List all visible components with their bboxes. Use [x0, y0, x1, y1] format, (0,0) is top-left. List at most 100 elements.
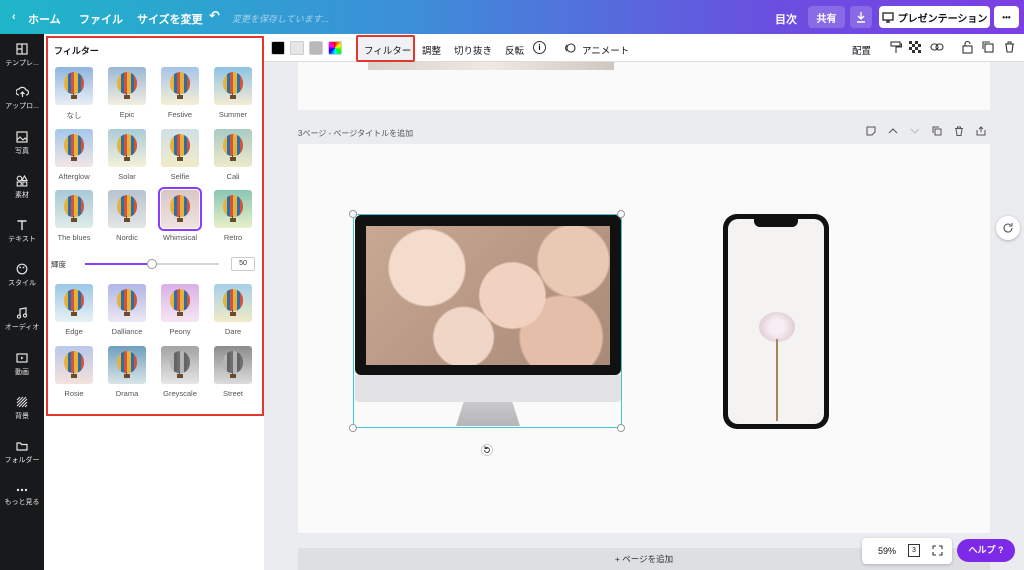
- delete-page-icon[interactable]: [954, 126, 964, 136]
- filter-option-selfie[interactable]: Selfie: [159, 129, 201, 181]
- color-swatch-light[interactable]: [290, 41, 304, 55]
- sidebar-item-more[interactable]: もっと見る: [0, 486, 44, 507]
- sidebar-item-background[interactable]: 背景: [0, 396, 44, 421]
- add-page-icon[interactable]: [976, 126, 986, 136]
- more-options-button[interactable]: •••: [994, 6, 1019, 28]
- filter-thumbnail: [158, 187, 202, 231]
- resize-handle[interactable]: [617, 210, 625, 218]
- resize-handle[interactable]: [617, 424, 625, 432]
- color-picker-icon[interactable]: [328, 41, 342, 55]
- adjust-button[interactable]: 調整: [422, 43, 441, 57]
- filter-label: Epic: [119, 110, 135, 119]
- share-button[interactable]: 共有: [808, 6, 845, 28]
- filter-option-whimsical[interactable]: Whimsical: [158, 187, 202, 242]
- sidebar-item-audio[interactable]: オーディオ: [0, 307, 44, 332]
- brightness-value[interactable]: 50: [231, 257, 255, 271]
- download-icon[interactable]: [850, 6, 872, 28]
- filter-option-retro[interactable]: Retro: [212, 190, 254, 242]
- toc-button[interactable]: 目次: [775, 11, 797, 27]
- back-chevron-icon[interactable]: ‹: [12, 11, 16, 23]
- filter-thumbnail: [108, 129, 146, 167]
- filter-option-summer[interactable]: Summer: [212, 67, 254, 119]
- filter-option-street[interactable]: Street: [212, 346, 254, 398]
- fullscreen-icon[interactable]: [932, 545, 943, 556]
- filter-option-festive[interactable]: Festive: [159, 67, 201, 119]
- filter-option-dare[interactable]: Dare: [212, 284, 254, 336]
- animate-button[interactable]: アニメート: [582, 43, 629, 57]
- home-menu[interactable]: ホーム: [28, 11, 61, 27]
- page-count[interactable]: 3: [908, 544, 920, 557]
- filter-label: Dare: [224, 327, 242, 336]
- rotate-icon[interactable]: [481, 444, 493, 456]
- filter-option-peony[interactable]: Peony: [159, 284, 201, 336]
- paint-roller-icon[interactable]: [890, 41, 902, 54]
- transparency-icon[interactable]: [909, 41, 921, 53]
- sidebar-item-label: オーディオ: [4, 324, 40, 331]
- sidebar-item-label: テキスト: [8, 236, 36, 243]
- flip-button[interactable]: 反転: [505, 43, 524, 57]
- balloon-basket: [71, 95, 77, 99]
- filter-option-drama[interactable]: Drama: [106, 346, 148, 398]
- sidebar-item-styles[interactable]: スタイル: [0, 263, 44, 288]
- color-swatch-grey[interactable]: [309, 41, 323, 55]
- balloon-image: [64, 289, 84, 311]
- sidebar-item-photos[interactable]: 写真: [0, 131, 44, 156]
- page-title[interactable]: 3ページ - ページタイトルを追加: [298, 128, 413, 139]
- undo-icon[interactable]: ↶: [209, 8, 220, 24]
- filter-option-edge[interactable]: Edge: [53, 284, 95, 336]
- sidebar-item-uploads[interactable]: アップロ...: [0, 86, 44, 111]
- refresh-button[interactable]: [996, 216, 1020, 240]
- filter-thumbnail: [161, 67, 199, 105]
- page-2-bottom[interactable]: [298, 62, 990, 110]
- sidebar-item-elements[interactable]: 素材: [0, 175, 44, 200]
- filter-option-the-blues[interactable]: The blues: [53, 190, 95, 242]
- trash-icon[interactable]: [1004, 41, 1015, 53]
- filter-thumbnail: [55, 67, 93, 105]
- more-icon: [16, 488, 28, 492]
- page-3[interactable]: [298, 144, 990, 533]
- lock-icon[interactable]: [962, 41, 973, 54]
- sidebar-item-templates[interactable]: テンプレ...: [0, 43, 44, 68]
- filter-option-greyscale[interactable]: Greyscale: [159, 346, 201, 398]
- balloon-basket: [177, 157, 183, 161]
- sidebar-item-video[interactable]: 動画: [0, 352, 44, 377]
- chevron-up-icon[interactable]: [888, 126, 898, 136]
- balloon-image: [223, 351, 243, 373]
- filter-option-なし[interactable]: なし: [53, 67, 95, 121]
- sidebar-item-text[interactable]: テキスト: [0, 219, 44, 244]
- duplicate-icon[interactable]: [982, 41, 994, 53]
- filter-option-dalliance[interactable]: Dalliance: [106, 284, 148, 336]
- resize-handle[interactable]: [349, 210, 357, 218]
- note-icon[interactable]: [866, 126, 876, 136]
- duplicate-page-icon[interactable]: [932, 126, 942, 136]
- selection-box: [353, 214, 622, 428]
- filter-option-nordic[interactable]: Nordic: [106, 190, 148, 242]
- color-swatch-black[interactable]: [271, 41, 285, 55]
- present-button[interactable]: プレゼンテーション: [879, 6, 990, 28]
- help-button[interactable]: ヘルプ ?: [957, 539, 1015, 562]
- crop-button[interactable]: 切り抜き: [454, 43, 492, 57]
- filter-option-solar[interactable]: Solar: [106, 129, 148, 181]
- resize-menu[interactable]: サイズを変更: [137, 11, 203, 27]
- phone-frame[interactable]: [723, 214, 829, 429]
- file-menu[interactable]: ファイル: [79, 11, 123, 27]
- balloon-basket: [71, 312, 77, 316]
- filter-option-cali[interactable]: Cali: [212, 129, 254, 181]
- resize-handle[interactable]: [349, 424, 357, 432]
- sidebar-item-folders[interactable]: フォルダー: [0, 440, 44, 465]
- info-icon[interactable]: i: [533, 41, 546, 54]
- filter-option-afterglow[interactable]: Afterglow: [53, 129, 95, 181]
- filter-option-epic[interactable]: Epic: [106, 67, 148, 119]
- balloon-image: [117, 134, 137, 156]
- text-icon: [17, 220, 27, 230]
- position-button[interactable]: 配置: [852, 43, 871, 57]
- filter-option-rosie[interactable]: Rosie: [53, 346, 95, 398]
- link-icon[interactable]: [930, 42, 944, 52]
- chevron-down-icon[interactable]: [910, 126, 920, 136]
- brightness-handle[interactable]: [147, 259, 157, 269]
- animate-icon[interactable]: [564, 42, 576, 54]
- zoom-level[interactable]: 59%: [878, 546, 896, 556]
- save-status: 変更を保存しています...: [232, 14, 330, 24]
- upload-icon: [15, 86, 29, 97]
- filter-button[interactable]: フィルター: [364, 43, 411, 57]
